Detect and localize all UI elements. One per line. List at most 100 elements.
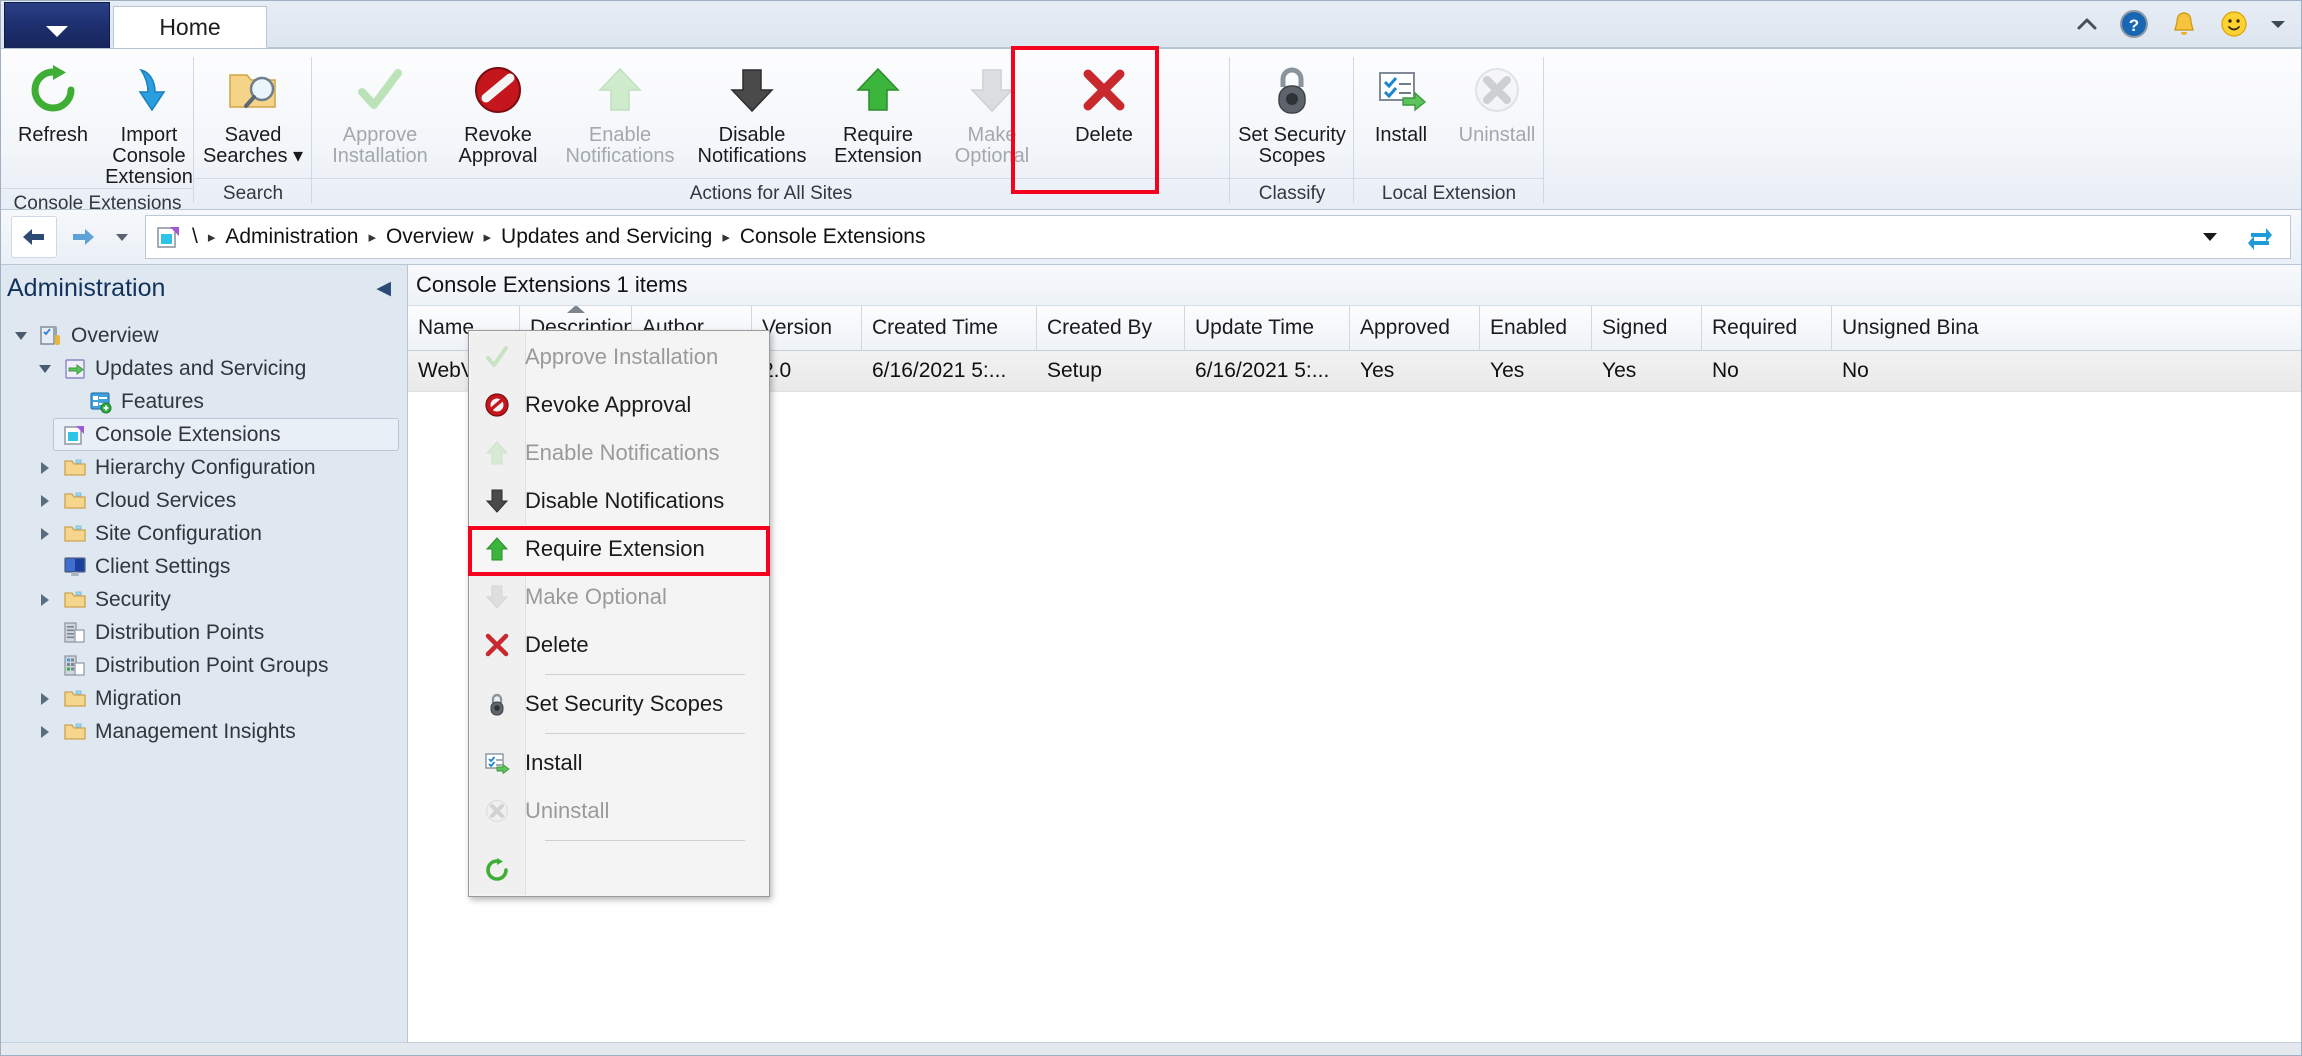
- menu-item-revoke-approval[interactable]: Revoke Approval: [469, 381, 769, 429]
- sidebar-item-client-settings[interactable]: Client Settings: [1, 550, 407, 583]
- twisty-collapsed-icon[interactable]: [35, 692, 55, 705]
- sidebar-item-management-insights[interactable]: Management Insights: [1, 715, 407, 748]
- sidebar-item-updates-and-servicing[interactable]: Updates and Servicing: [1, 352, 407, 385]
- application-menu-button[interactable]: [4, 2, 110, 48]
- twisty-collapsed-icon[interactable]: [35, 593, 55, 606]
- tab-home-label: Home: [159, 13, 221, 40]
- column-header-label: Update Time: [1195, 316, 1315, 339]
- breadcrumb-dropdown-button[interactable]: [2190, 217, 2230, 257]
- sidebar-item-security[interactable]: Security: [1, 583, 407, 616]
- ribbon-button-revoke-approval[interactable]: Revoke Approval: [442, 55, 554, 167]
- column-header-created-time[interactable]: Created Time: [862, 306, 1037, 350]
- overview-icon: [38, 324, 64, 348]
- sidebar-item-label: Site Configuration: [95, 521, 262, 545]
- ribbon-button-install[interactable]: Install: [1353, 55, 1449, 146]
- tab-home[interactable]: Home: [113, 6, 267, 48]
- twisty-expanded-icon[interactable]: [35, 364, 55, 373]
- sidebar-item-label: Overview: [71, 323, 159, 347]
- menu-item-require-extension[interactable]: Require Extension: [469, 525, 769, 573]
- twisty-collapsed-icon[interactable]: [35, 494, 55, 507]
- breadcrumb[interactable]: \ ▸ Administration ▸ Overview ▸ Updates …: [145, 215, 2291, 259]
- cell-unsigned-binaries: No: [1842, 359, 1869, 382]
- ribbon-filler: [1544, 49, 2301, 209]
- folder-icon: [62, 489, 88, 513]
- titlebar-tools: ?: [2075, 5, 2287, 43]
- breadcrumb-root[interactable]: \: [192, 225, 198, 249]
- sidebar-item-hierarchy-configuration[interactable]: Hierarchy Configuration: [1, 451, 407, 484]
- column-header-created-by[interactable]: Created By: [1037, 306, 1185, 350]
- column-header-update-time[interactable]: Update Time: [1185, 306, 1350, 350]
- ribbon-button-refresh[interactable]: Refresh: [5, 55, 101, 146]
- menu-item-set-security-scopes[interactable]: Set Security Scopes: [469, 680, 769, 728]
- green-check-icon: [354, 59, 406, 121]
- menu-item-install[interactable]: Install: [469, 739, 769, 787]
- sidebar-item-label: Distribution Points: [95, 620, 265, 644]
- navigation-tree: Overview Updates and Servicing Features: [1, 311, 407, 748]
- breadcrumb-item-console-extensions[interactable]: Console Extensions: [740, 225, 926, 249]
- ribbon-tab-strip: Home ?: [1, 1, 2301, 49]
- menu-item-label: Disable Notifications: [525, 488, 725, 513]
- sidebar-item-distribution-point-groups[interactable]: Distribution Point Groups: [1, 649, 407, 682]
- back-arrow-icon: [23, 229, 44, 245]
- twisty-collapsed-icon[interactable]: [35, 527, 55, 540]
- sidebar-item-label: Client Settings: [95, 554, 231, 578]
- sidebar-item-overview[interactable]: Overview: [1, 319, 407, 352]
- sidebar-item-distribution-points[interactable]: Distribution Points: [1, 616, 407, 649]
- cell-enabled: Yes: [1490, 359, 1525, 382]
- column-header-approved[interactable]: Approved: [1350, 306, 1480, 350]
- twisty-collapsed-icon[interactable]: [35, 461, 55, 474]
- green-up-arrow-icon: [469, 536, 525, 562]
- ribbon-button-import-console-extension[interactable]: Import Console Extension: [101, 55, 197, 188]
- ribbon-group-classify: Set Security Scopes Classify: [1230, 49, 1354, 209]
- ribbon-button-saved-searches[interactable]: Saved Searches ▾: [194, 55, 312, 167]
- column-header-label: Name: [418, 316, 475, 339]
- sidebar-item-site-configuration[interactable]: Site Configuration: [1, 517, 407, 550]
- titlebar-dropdown-caret-icon[interactable]: [2269, 17, 2287, 31]
- ribbon-button-set-security-scopes[interactable]: Set Security Scopes: [1230, 55, 1354, 167]
- history-dropdown-button[interactable]: [109, 217, 135, 257]
- ribbon-button-revoke-approval-label: Revoke Approval: [458, 124, 538, 167]
- sidebar-item-console-extensions[interactable]: Console Extensions: [53, 418, 399, 451]
- ribbon-button-enable-notifications: Enable Notifications: [554, 55, 686, 167]
- ribbon-button-require-extension[interactable]: Require Extension: [818, 55, 938, 167]
- breadcrumb-item-updates-and-servicing[interactable]: Updates and Servicing: [501, 225, 712, 249]
- ribbon-button-install-label: Install: [1374, 124, 1428, 146]
- sidebar-item-label: Security: [95, 587, 171, 611]
- back-button[interactable]: [11, 216, 57, 258]
- breadcrumb-item-administration[interactable]: Administration: [225, 225, 358, 249]
- column-header-required[interactable]: Required: [1702, 306, 1832, 350]
- twisty-expanded-icon[interactable]: [11, 331, 31, 340]
- twisty-collapsed-icon[interactable]: [35, 725, 55, 738]
- column-header-enabled[interactable]: Enabled: [1480, 306, 1592, 350]
- column-header-signed[interactable]: Signed: [1592, 306, 1702, 350]
- menu-item-refresh[interactable]: [469, 846, 769, 894]
- forward-button[interactable]: [61, 217, 105, 257]
- smiley-icon[interactable]: [2219, 9, 2249, 39]
- distribution-point-group-icon: [62, 654, 88, 678]
- green-up-arrow-icon: [594, 59, 646, 121]
- ribbon-button-disable-notifications[interactable]: Disable Notifications: [686, 55, 818, 167]
- list-heading: Console Extensions 1 items: [408, 265, 2301, 305]
- menu-item-label: Require Extension: [525, 536, 705, 561]
- column-header-unsigned-binaries[interactable]: Unsigned Bina: [1832, 306, 1992, 350]
- sort-ascending-icon: [566, 306, 585, 313]
- collapse-left-icon[interactable]: ◀: [370, 277, 397, 300]
- sidebar-item-migration[interactable]: Migration: [1, 682, 407, 715]
- refresh-button[interactable]: [2240, 217, 2280, 257]
- ribbon-group-search: Saved Searches ▾ Search: [194, 49, 312, 209]
- ribbon-button-disable-notifications-label: Disable Notifications: [697, 124, 807, 167]
- menu-item-disable-notifications[interactable]: Disable Notifications: [469, 477, 769, 525]
- ribbon-group-classify-label: Classify: [1230, 178, 1354, 209]
- menu-separator: [545, 674, 745, 675]
- help-icon[interactable]: ?: [2119, 9, 2149, 39]
- sidebar-item-features[interactable]: Features: [1, 385, 407, 418]
- column-header-label: Required: [1712, 316, 1798, 339]
- bell-icon[interactable]: [2169, 9, 2199, 39]
- breadcrumb-item-overview[interactable]: Overview: [386, 225, 474, 249]
- ribbon-button-delete[interactable]: Delete: [1046, 55, 1162, 146]
- tab-strip-filler: [267, 11, 2301, 48]
- chevron-up-icon[interactable]: [2075, 16, 2099, 32]
- ribbon-group-actions-for-all-sites-label: Actions for All Sites: [312, 178, 1230, 209]
- menu-item-delete[interactable]: Delete: [469, 621, 769, 669]
- sidebar-item-cloud-services[interactable]: Cloud Services: [1, 484, 407, 517]
